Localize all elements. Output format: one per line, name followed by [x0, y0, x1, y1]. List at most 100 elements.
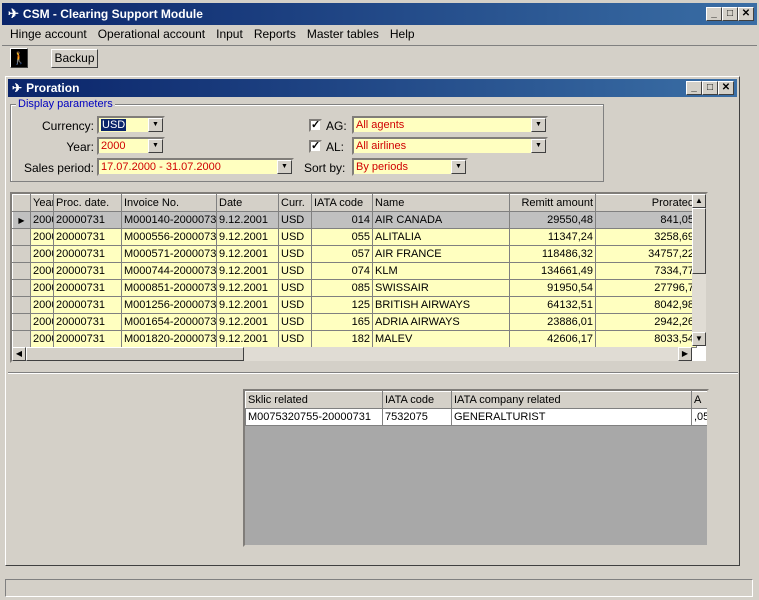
cell-year[interactable]: 2000 [30, 296, 54, 314]
cell-iata-code[interactable]: 085 [311, 279, 373, 297]
cell-prorated[interactable]: 7334,77 [595, 262, 697, 280]
menu-master-tables[interactable]: Master tables [307, 27, 379, 41]
menu-reports[interactable]: Reports [254, 27, 296, 41]
cell-proc-date[interactable]: 20000731 [53, 211, 122, 229]
ag-select[interactable]: All agents ▼ [352, 116, 548, 134]
menu-input[interactable]: Input [216, 27, 243, 41]
table-row[interactable]: M0075320755-20000731 7532075 GENERALTURI… [245, 408, 707, 426]
cell-remitt-amount[interactable]: 29550,48 [509, 211, 596, 229]
cell-year[interactable]: 2000 [30, 245, 54, 263]
table-row[interactable]: 200020000731M001256-20000739.12.2001USD1… [12, 296, 697, 314]
cell-invoice-no[interactable]: M001654-2000073 [121, 313, 217, 331]
table-row[interactable]: ▶200020000731M000140-20000739.12.2001USD… [12, 211, 697, 229]
al-checkbox[interactable]: ✓ [309, 140, 322, 153]
cell-iata-code[interactable]: 014 [311, 211, 373, 229]
cell-curr[interactable]: USD [278, 296, 312, 314]
chevron-down-icon[interactable]: ▼ [277, 160, 292, 174]
cell-invoice-no[interactable]: M000744-2000073 [121, 262, 217, 280]
col-prorated[interactable]: Prorated [595, 194, 697, 212]
al-select[interactable]: All airlines ▼ [352, 137, 548, 155]
cell-remitt-amount[interactable]: 64132,51 [509, 296, 596, 314]
cell-invoice-no[interactable]: M000571-2000073 [121, 245, 217, 263]
sort-by-select[interactable]: By periods ▼ [352, 158, 468, 176]
app-maximize-button[interactable]: □ [722, 7, 738, 21]
table-row[interactable]: 200020000731M001654-20000739.12.2001USD1… [12, 313, 697, 331]
proration-close-button[interactable]: ✕ [718, 81, 734, 95]
cell-date[interactable]: 9.12.2001 [216, 262, 279, 280]
cell-iata-code[interactable]: 057 [311, 245, 373, 263]
app-close-button[interactable]: ✕ [738, 7, 754, 21]
grid-hscroll-thumb[interactable] [26, 347, 244, 361]
menu-operational-account[interactable]: Operational account [98, 27, 205, 41]
backup-button[interactable]: Backup [51, 49, 98, 68]
cell-curr[interactable]: USD [278, 211, 312, 229]
col-sklic-related[interactable]: Sklic related [245, 391, 383, 409]
cell-year[interactable]: 2000 [30, 279, 54, 297]
table-row[interactable]: 200020000731M000851-20000739.12.2001USD0… [12, 279, 697, 297]
cell-iata-code[interactable]: 125 [311, 296, 373, 314]
col-date[interactable]: Date [216, 194, 279, 212]
cell-iata-company-related[interactable]: GENERALTURIST [451, 408, 692, 426]
cell-proc-date[interactable]: 20000731 [53, 262, 122, 280]
cell-iata-code[interactable]: 074 [311, 262, 373, 280]
cell-invoice-no[interactable]: M001820-2000073 [121, 330, 217, 348]
cell-prorated[interactable]: 8042,98 [595, 296, 697, 314]
chevron-down-icon[interactable]: ▼ [451, 160, 466, 174]
cell-prorated[interactable]: 27796,7 [595, 279, 697, 297]
cell-invoice-no[interactable]: M000140-2000073 [121, 211, 217, 229]
chevron-down-icon[interactable]: ▼ [148, 139, 163, 153]
cell-year[interactable]: 2000 [30, 228, 54, 246]
cell-name[interactable]: AIR FRANCE [372, 245, 510, 263]
scroll-down-icon[interactable]: ▼ [692, 332, 706, 346]
cell-year[interactable]: 2000 [30, 262, 54, 280]
proration-maximize-button[interactable]: □ [702, 81, 718, 95]
cell-curr[interactable]: USD [278, 330, 312, 348]
cell-name[interactable]: AIR CANADA [372, 211, 510, 229]
cell-remitt-amount[interactable]: 118486,32 [509, 245, 596, 263]
menu-hinge-account[interactable]: Hinge account [10, 27, 87, 41]
scroll-up-icon[interactable]: ▲ [692, 194, 706, 208]
col-detail-iata-code[interactable]: IATA code [382, 391, 452, 409]
cell-iata-code[interactable]: 182 [311, 330, 373, 348]
sales-period-select[interactable]: 17.07.2000 - 31.07.2000 ▼ [97, 158, 294, 176]
table-row[interactable]: 200020000731M000556-20000739.12.2001USD0… [12, 228, 697, 246]
cell-invoice-no[interactable]: M000851-2000073 [121, 279, 217, 297]
col-remitt-amount[interactable]: Remitt amount [509, 194, 596, 212]
cell-curr[interactable]: USD [278, 279, 312, 297]
col-iata-company-related[interactable]: IATA company related [451, 391, 692, 409]
table-row[interactable]: 200020000731M000744-20000739.12.2001USD0… [12, 262, 697, 280]
cell-name[interactable]: SWISSAIR [372, 279, 510, 297]
cell-year[interactable]: 2000 [30, 330, 54, 348]
cell-date[interactable]: 9.12.2001 [216, 313, 279, 331]
cell-invoice-no[interactable]: M000556-2000073 [121, 228, 217, 246]
cell-name[interactable]: ADRIA AIRWAYS [372, 313, 510, 331]
cell-remitt-amount[interactable]: 11347,24 [509, 228, 596, 246]
cell-year[interactable]: 2000 [30, 211, 54, 229]
cell-sklic-related[interactable]: M0075320755-20000731 [245, 408, 383, 426]
year-select[interactable]: 2000 ▼ [97, 137, 165, 155]
cell-curr[interactable]: USD [278, 313, 312, 331]
cell-remitt-amount[interactable]: 134661,49 [509, 262, 596, 280]
cell-name[interactable]: BRITISH AIRWAYS [372, 296, 510, 314]
chevron-down-icon[interactable]: ▼ [531, 118, 546, 132]
scroll-left-icon[interactable]: ◀ [12, 347, 26, 361]
grid-vscroll-thumb[interactable] [692, 208, 706, 274]
scroll-right-icon[interactable]: ▶ [678, 347, 692, 361]
cell-remitt-amount[interactable]: 42606,17 [509, 330, 596, 348]
col-invoice-no[interactable]: Invoice No. [121, 194, 217, 212]
cell-prorated[interactable]: 3258,69 [595, 228, 697, 246]
cell-proc-date[interactable]: 20000731 [53, 228, 122, 246]
cell-proc-date[interactable]: 20000731 [53, 313, 122, 331]
app-minimize-button[interactable]: _ [706, 7, 722, 21]
cell-iata-code[interactable]: 055 [311, 228, 373, 246]
chevron-down-icon[interactable]: ▼ [531, 139, 546, 153]
cell-name[interactable]: MALEV [372, 330, 510, 348]
proration-minimize-button[interactable]: _ [686, 81, 702, 95]
col-year[interactable]: Year [30, 194, 54, 212]
cell-iata-code[interactable]: 165 [311, 313, 373, 331]
cell-curr[interactable]: USD [278, 245, 312, 263]
col-iata-code[interactable]: IATA code [311, 194, 373, 212]
cell-iata-code[interactable]: 7532075 [382, 408, 452, 426]
cell-proc-date[interactable]: 20000731 [53, 330, 122, 348]
cell-date[interactable]: 9.12.2001 [216, 330, 279, 348]
